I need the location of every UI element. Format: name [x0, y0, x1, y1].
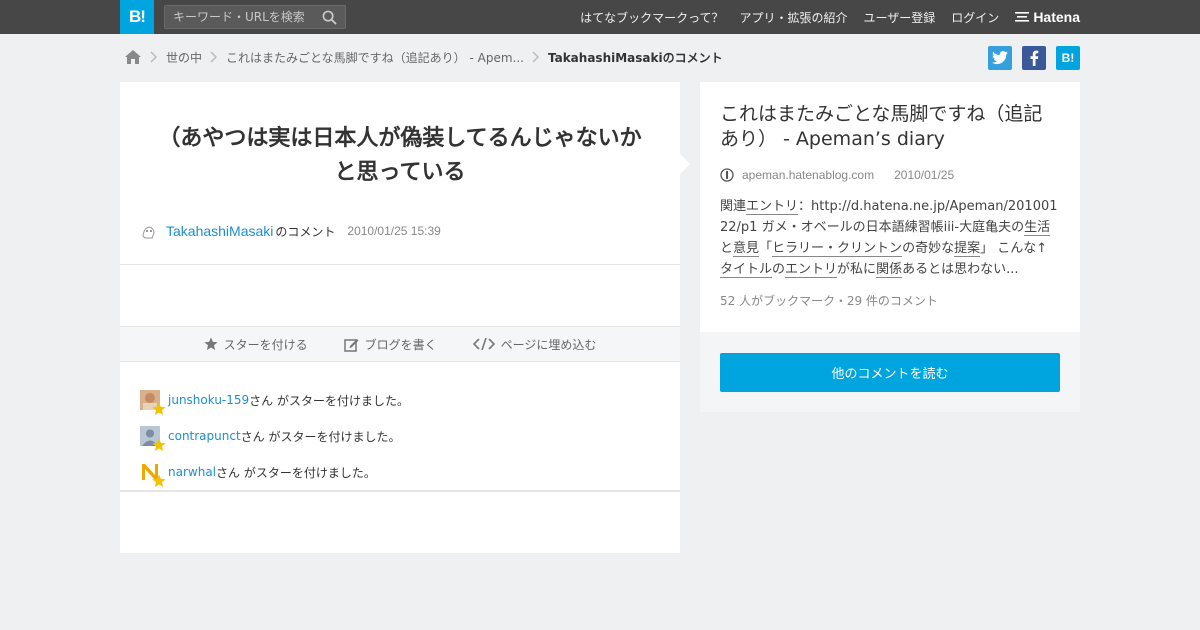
star-icon — [152, 438, 166, 451]
twitter-icon — [992, 51, 1008, 65]
star-user-link[interactable]: narwhal — [168, 465, 216, 479]
entry-meta: apeman.hatenablog.com 2010/01/25 — [720, 168, 1060, 182]
entry-domain[interactable]: apeman.hatenablog.com — [742, 168, 874, 182]
comment-date: 2010/01/25 15:39 — [347, 224, 441, 238]
comment-byline: TakahashiMasaki のコメント 2010/01/25 15:39 — [140, 222, 441, 240]
chevron-right-icon — [150, 51, 158, 63]
hatena-bookmark-logo[interactable]: B! — [120, 0, 154, 34]
hatena-brand-link[interactable]: Hatena — [1015, 9, 1080, 25]
star-text: さん がスターを付けました。 — [216, 465, 376, 480]
star-text: さん がスターを付けました。 — [249, 393, 409, 408]
search-box[interactable] — [164, 5, 346, 29]
breadcrumb-category[interactable]: 世の中 — [166, 49, 202, 66]
top-nav: はてなブックマークって？ アプリ・拡張の紹介 ユーザー登録 ログイン Haten… — [564, 0, 1080, 34]
breadcrumb: 世の中 これはまたみごとな馬脚ですね（追記あり） - Apem... Takah… — [124, 46, 723, 68]
bookmark-count[interactable]: 52 人がブックマーク・29 件のコメント — [720, 292, 1060, 309]
keyword-link[interactable]: 提案 — [954, 241, 981, 257]
write-blog-button[interactable]: ブログを書く — [343, 336, 437, 353]
star-entry: junshoku-159 さん がスターを付けました。 — [140, 382, 409, 418]
chevron-right-icon — [210, 51, 218, 63]
star-entry: narwhal さん がスターを付けました。 — [140, 454, 409, 490]
write-blog-label: ブログを書く — [364, 337, 437, 352]
keyword-link[interactable]: エントリ — [746, 199, 799, 215]
search-icon[interactable] — [322, 10, 337, 25]
search-input[interactable] — [165, 6, 315, 28]
share-buttons: B! — [978, 46, 1080, 70]
star-list: junshoku-159 さん がスターを付けました。 contrapunct … — [140, 382, 409, 490]
entry-info: これはまたみごとな馬脚ですね（追記あり） - Apeman’s diary ap… — [700, 82, 1080, 332]
comment-card: （あやつは実は日本人が偽装してるんじゃないかと思っている TakahashiMa… — [120, 82, 690, 553]
star-user-link[interactable]: contrapunct — [168, 429, 241, 443]
divider — [120, 490, 680, 492]
action-bar: スターを付ける ブログを書く ページに埋め込む — [120, 326, 680, 362]
user-avatar[interactable] — [140, 222, 158, 240]
star-icon — [152, 402, 166, 415]
keyword-link[interactable]: 生活 — [1024, 220, 1051, 236]
code-icon — [472, 337, 495, 351]
nav-apps[interactable]: アプリ・拡張の紹介 — [740, 9, 848, 26]
twitter-share-button[interactable] — [988, 46, 1012, 70]
entry-date: 2010/01/25 — [894, 168, 955, 182]
entry-card: これはまたみごとな馬脚ですね（追記あり） - Apeman’s diary ap… — [700, 82, 1080, 412]
hatena-bookmark-share-button[interactable]: B! — [1056, 46, 1080, 70]
star-icon — [152, 474, 166, 487]
top-bar: B! はてなブックマークって？ アプリ・拡張の紹介 ユーザー登録 ログイン Ha… — [0, 0, 1200, 34]
nav-register[interactable]: ユーザー登録 — [864, 9, 936, 26]
breadcrumb-entry[interactable]: これはまたみごとな馬脚ですね（追記あり） - Apem... — [226, 49, 524, 66]
home-icon[interactable] — [124, 49, 142, 65]
embed-button[interactable]: ページに埋め込む — [472, 336, 597, 353]
site-favicon-icon — [720, 168, 734, 182]
read-more-comments-button[interactable]: 他のコメントを読む — [720, 353, 1060, 392]
chevron-right-icon — [532, 51, 540, 63]
comment-label: のコメント — [275, 224, 336, 239]
add-star-button[interactable]: スターを付ける — [203, 336, 308, 353]
embed-label: ページに埋め込む — [500, 337, 597, 352]
star-user-avatar[interactable] — [140, 390, 166, 415]
keyword-link[interactable]: ヒラリー・クリントン — [772, 241, 903, 257]
edit-icon — [343, 338, 359, 352]
keyword-link[interactable]: 関係 — [876, 262, 903, 278]
hatena-brand-text: Hatena — [1033, 9, 1080, 25]
keyword-link[interactable]: エントリ — [785, 262, 838, 278]
nav-about[interactable]: はてなブックマークって？ — [580, 9, 723, 26]
facebook-share-button[interactable] — [1022, 46, 1046, 70]
keyword-link[interactable]: タイトル — [720, 262, 773, 278]
add-star-label: スターを付ける — [223, 337, 308, 352]
hatena-logo-icon — [1015, 12, 1030, 22]
star-user-avatar[interactable] — [140, 426, 166, 451]
star-entry: contrapunct さん がスターを付けました。 — [140, 418, 409, 454]
star-icon — [203, 337, 218, 350]
divider — [120, 264, 680, 265]
nav-login[interactable]: ログイン — [951, 9, 999, 26]
keyword-link[interactable]: 意見 — [733, 241, 760, 257]
star-user-avatar[interactable] — [140, 462, 166, 487]
entry-title[interactable]: これはまたみごとな馬脚ですね（追記あり） - Apeman’s diary — [720, 102, 1060, 152]
comment-user-link[interactable]: TakahashiMasaki — [166, 223, 273, 239]
comment-text: （あやつは実は日本人が偽装してるんじゃないかと思っている — [158, 126, 642, 185]
entry-description: 関連エントリ：http://d.hatena.ne.jp/Apeman/2010… — [720, 199, 1058, 278]
breadcrumb-current: TakahashiMasakiのコメント — [547, 50, 723, 65]
star-user-link[interactable]: junshoku-159 — [168, 393, 249, 407]
star-text: さん がスターを付けました。 — [240, 429, 401, 444]
facebook-icon — [1030, 50, 1039, 66]
